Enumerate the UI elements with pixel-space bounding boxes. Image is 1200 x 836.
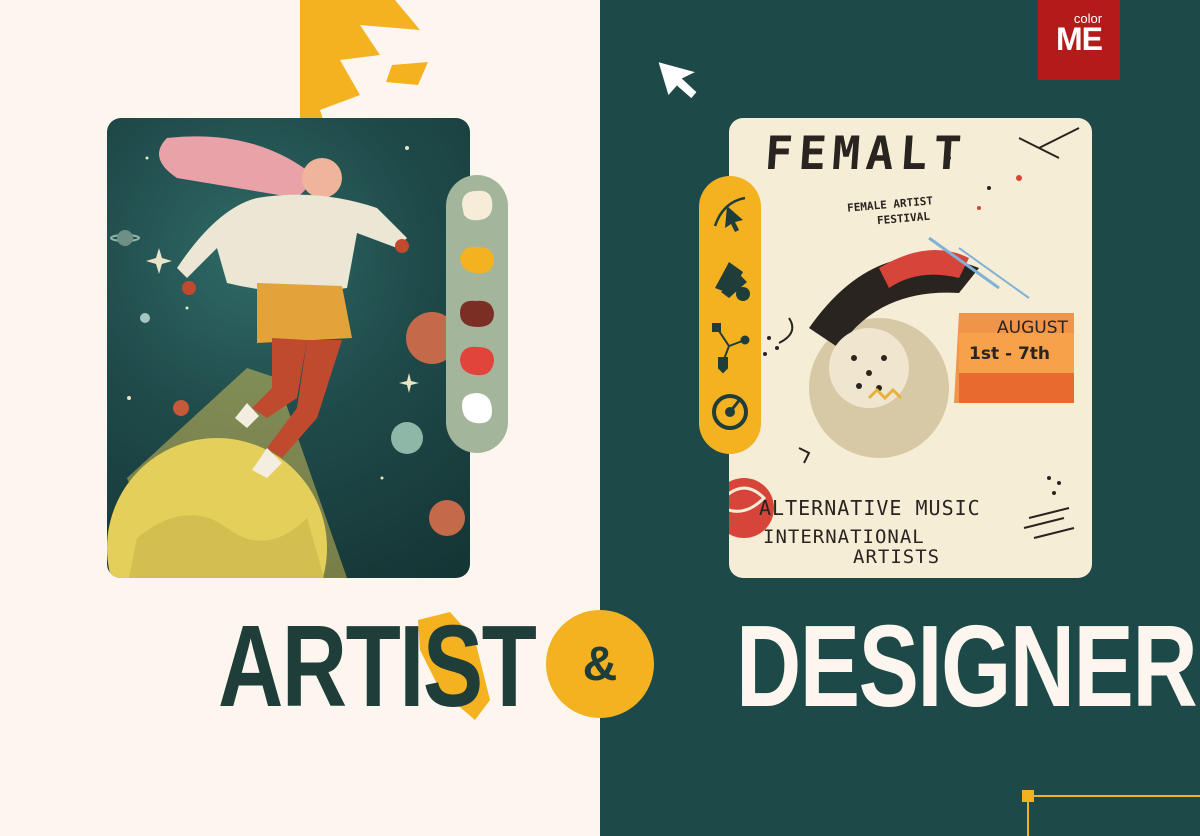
poster-line-international: INTERNATIONAL — [763, 526, 925, 548]
paint-swatch-icon[interactable] — [460, 346, 494, 376]
poster-title: FEMALT — [763, 126, 970, 180]
paint-swatch-icon[interactable] — [462, 190, 493, 221]
paint-swatch-icon[interactable] — [462, 393, 492, 424]
anchor-points-icon[interactable] — [712, 323, 750, 374]
designer-heading: DESIGNER — [736, 601, 1198, 731]
design-tools-bar — [699, 176, 761, 454]
colorme-logo[interactable]: color ME — [1038, 0, 1120, 80]
target-dial-icon[interactable] — [712, 394, 748, 430]
ampersand-text: & — [582, 637, 618, 691]
paint-swatch-icon[interactable] — [460, 246, 494, 274]
poster-date-month: AUGUST — [997, 318, 1068, 338]
poster-line-alternative: ALTERNATIVE MUSIC — [759, 496, 981, 520]
festival-poster: FEMALT FEMALE ARTIST FESTIVAL AUGUST 1st… — [729, 118, 1092, 578]
ampersand-badge: & — [546, 610, 654, 718]
swatches-tool-icon[interactable] — [715, 262, 750, 301]
arrow-cursor-icon — [658, 62, 697, 99]
poster-date-range: 1st - 7th — [969, 344, 1051, 364]
logo-big-text: ME — [1056, 21, 1103, 57]
pen-tool-icon[interactable] — [713, 196, 746, 232]
space-girl-illustration — [107, 118, 470, 578]
artist-heading: ARTIST — [218, 601, 537, 731]
poster-line-artists: ARTISTS — [853, 546, 941, 568]
color-palette-bar — [446, 175, 508, 453]
paint-swatch-icon[interactable] — [460, 300, 494, 327]
